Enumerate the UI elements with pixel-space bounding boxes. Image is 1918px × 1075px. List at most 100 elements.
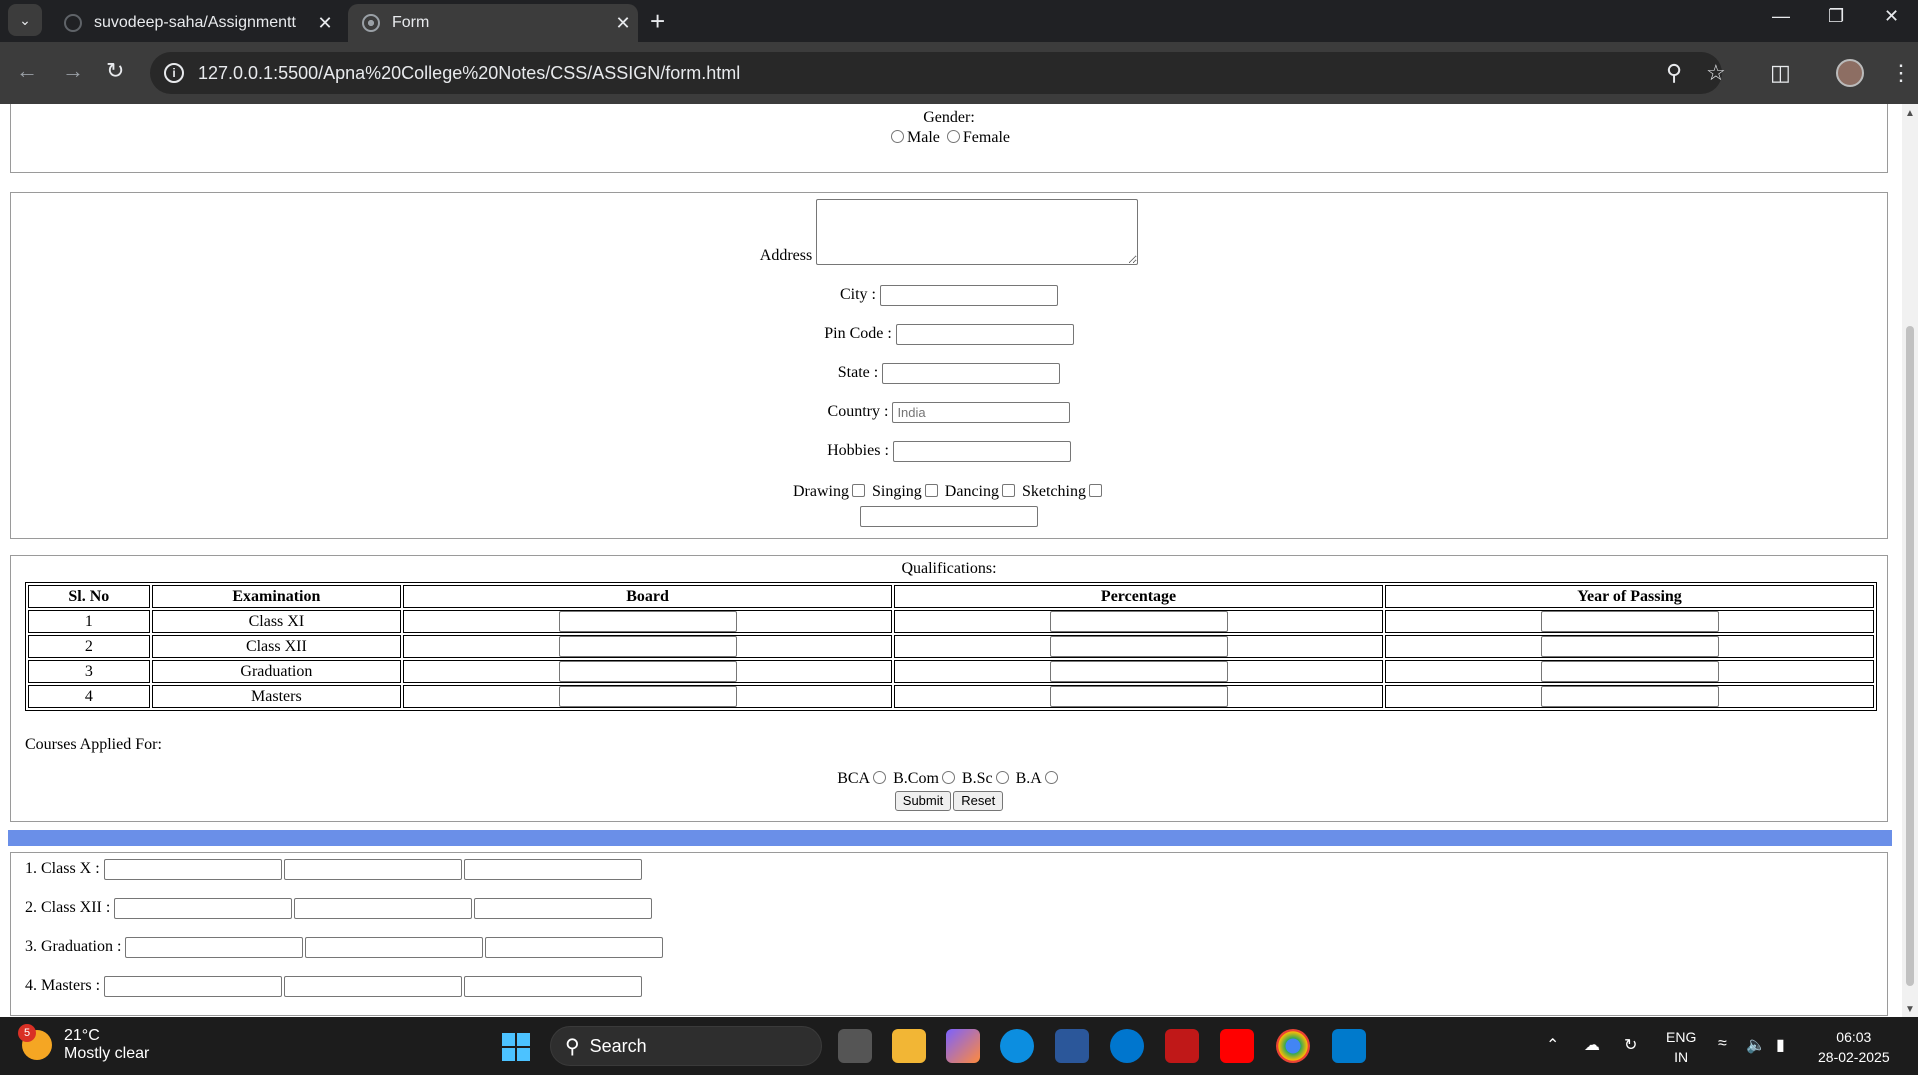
male-radio[interactable]: [891, 130, 905, 144]
masters-input-1[interactable]: [104, 976, 283, 997]
volume-icon[interactable]: 🔈: [1746, 1035, 1766, 1055]
board-input[interactable]: [558, 636, 737, 657]
url-text[interactable]: 127.0.0.1:5500/Apna%20College%20Notes/CS…: [198, 63, 740, 84]
board-input[interactable]: [558, 611, 737, 632]
graduation-input-1[interactable]: [125, 937, 304, 958]
year-input[interactable]: [1540, 686, 1719, 707]
class-xii-input-1[interactable]: [114, 898, 293, 919]
window-close-icon[interactable]: ✕: [1884, 6, 1899, 27]
cell-slno: 2: [28, 635, 150, 658]
close-icon[interactable]: ✕: [310, 13, 340, 34]
tab-form[interactable]: Form ✕: [348, 4, 638, 42]
bsc-radio[interactable]: [995, 771, 1009, 785]
class-x-input-2[interactable]: [283, 859, 462, 880]
state-input[interactable]: [882, 363, 1061, 384]
edge-icon[interactable]: [1000, 1029, 1034, 1063]
taskbar-search[interactable]: ⚲ Search: [550, 1026, 822, 1066]
new-tab-button[interactable]: +: [650, 6, 665, 37]
ba-radio[interactable]: [1044, 771, 1058, 785]
sketching-checkbox[interactable]: [1088, 484, 1102, 498]
browser-toolbar: ← → ↻ i 127.0.0.1:5500/Apna%20College%20…: [0, 42, 1918, 104]
year-input[interactable]: [1540, 636, 1719, 657]
copilot-icon[interactable]: [946, 1029, 980, 1063]
graduation-input-3[interactable]: [485, 937, 664, 958]
bookmark-star-icon[interactable]: ☆: [1706, 60, 1726, 86]
address-bar[interactable]: i 127.0.0.1:5500/Apna%20College%20Notes/…: [150, 52, 1722, 94]
start-button[interactable]: [502, 1033, 530, 1061]
percentage-input[interactable]: [1049, 611, 1228, 632]
board-input[interactable]: [558, 686, 737, 707]
store-icon[interactable]: [1055, 1029, 1089, 1063]
class-xii-input-2[interactable]: [294, 898, 473, 919]
city-input[interactable]: [880, 285, 1058, 306]
battery-icon[interactable]: ▮: [1776, 1035, 1785, 1055]
header-percentage: Percentage: [894, 585, 1384, 608]
tab-title: Form: [392, 14, 430, 31]
graduation-input-2[interactable]: [305, 937, 484, 958]
qualifications-fieldset: Qualifications: Sl. No Examination Board…: [10, 555, 1888, 822]
class-x-input-3[interactable]: [463, 859, 642, 880]
date: 28-02-2025: [1818, 1049, 1890, 1065]
restore-icon[interactable]: ❐: [1828, 6, 1844, 27]
vscode-icon[interactable]: [1332, 1029, 1366, 1063]
tab-search-button[interactable]: ⌄: [8, 4, 42, 36]
close-icon[interactable]: ✕: [608, 13, 638, 34]
reset-button[interactable]: Reset: [953, 791, 1004, 811]
menu-dots-icon[interactable]: ⋮: [1890, 60, 1912, 86]
chrome-icon[interactable]: [1276, 1029, 1310, 1063]
scroll-up-icon[interactable]: ▲: [1905, 108, 1915, 119]
youtube-icon[interactable]: [1220, 1029, 1254, 1063]
country-input[interactable]: [892, 402, 1071, 423]
site-info-icon[interactable]: i: [164, 63, 184, 83]
bcom-radio[interactable]: [941, 771, 955, 785]
masters-input-3[interactable]: [464, 976, 643, 997]
dell-icon[interactable]: [1110, 1029, 1144, 1063]
page-scrollbar[interactable]: ▲ ▼: [1902, 104, 1918, 1017]
weather-widget[interactable]: 5 21°C Mostly clear: [18, 1024, 149, 1063]
minimize-icon[interactable]: —: [1772, 6, 1790, 27]
percentage-input[interactable]: [1049, 661, 1228, 682]
year-input[interactable]: [1540, 661, 1719, 682]
drawing-label: Drawing: [793, 483, 849, 500]
zoom-icon[interactable]: ⚲: [1666, 60, 1682, 86]
scroll-thumb[interactable]: [1906, 326, 1914, 986]
cell-exam: Graduation: [151, 660, 402, 683]
hobbies-input[interactable]: [892, 441, 1071, 462]
class-x-input-1[interactable]: [103, 859, 282, 880]
tab-github[interactable]: suvodeep-saha/Assignmentt ✕: [50, 4, 340, 42]
state-row: State :: [11, 363, 1887, 384]
dancing-checkbox[interactable]: [1001, 484, 1015, 498]
submit-button[interactable]: Submit: [894, 791, 952, 811]
onedrive-icon[interactable]: ☁: [1584, 1035, 1600, 1055]
forward-icon[interactable]: →: [62, 58, 84, 84]
time: 06:03: [1836, 1029, 1872, 1045]
language-indicator[interactable]: ENG IN: [1666, 1027, 1696, 1067]
mcafee-icon[interactable]: [1165, 1029, 1199, 1063]
header-board: Board: [403, 585, 893, 608]
board-input[interactable]: [558, 661, 737, 682]
tray-chevron-icon[interactable]: ⌃: [1546, 1035, 1559, 1055]
female-radio[interactable]: [946, 130, 960, 144]
bca-radio[interactable]: [873, 771, 887, 785]
class-xii-input-3[interactable]: [474, 898, 653, 919]
header-examination: Examination: [151, 585, 402, 608]
scroll-down-icon[interactable]: ▼: [1905, 1004, 1915, 1015]
pincode-input[interactable]: [895, 324, 1074, 345]
back-icon[interactable]: ←: [16, 58, 38, 84]
clock[interactable]: 06:03 28-02-2025: [1818, 1027, 1890, 1067]
file-explorer-icon[interactable]: [892, 1029, 926, 1063]
masters-input-2[interactable]: [284, 976, 463, 997]
sync-icon[interactable]: ↻: [1624, 1035, 1637, 1055]
profile-avatar[interactable]: [1836, 59, 1864, 87]
reload-icon[interactable]: ↻: [106, 58, 124, 84]
percentage-input[interactable]: [1049, 686, 1228, 707]
percentage-input[interactable]: [1049, 636, 1228, 657]
singing-checkbox[interactable]: [924, 484, 938, 498]
extensions-icon[interactable]: ◫: [1770, 60, 1791, 86]
drawing-checkbox[interactable]: [851, 484, 865, 498]
address-textarea[interactable]: [816, 199, 1139, 265]
wifi-icon[interactable]: ≈: [1718, 1035, 1727, 1053]
hobby-other-input[interactable]: [860, 506, 1038, 527]
task-view-icon[interactable]: [838, 1029, 872, 1063]
year-input[interactable]: [1540, 611, 1719, 632]
